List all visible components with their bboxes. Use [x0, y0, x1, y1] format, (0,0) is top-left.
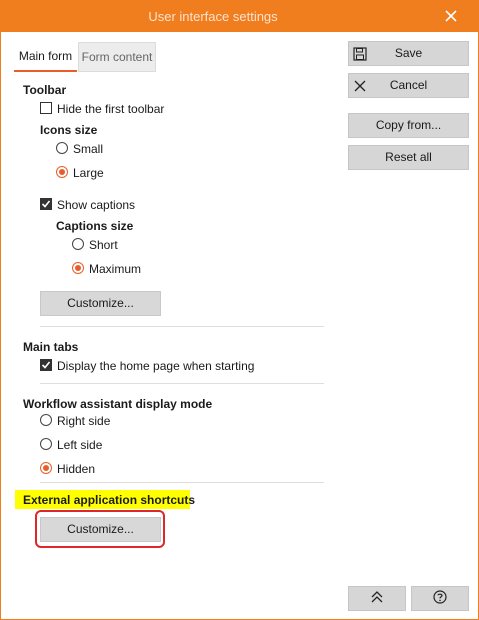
captions-size-maximum-label: Maximum: [89, 262, 142, 276]
captions-size-title: Captions size: [56, 219, 134, 233]
save-button[interactable]: Save: [348, 41, 469, 66]
toolbar-section-title: Toolbar: [23, 83, 67, 97]
workflow-hidden-radio[interactable]: [40, 462, 52, 474]
title-bar: User interface settings: [1, 1, 478, 32]
divider: [40, 383, 324, 384]
reset-all-button[interactable]: Reset all: [348, 145, 469, 170]
help-button[interactable]: [411, 586, 469, 611]
icons-size-small-radio[interactable]: [56, 142, 68, 154]
close-icon: [445, 9, 457, 25]
reset-all-label: Reset all: [385, 150, 432, 164]
hide-first-toolbar-checkbox[interactable]: [40, 102, 52, 114]
tab-main-form[interactable]: Main form: [14, 42, 77, 72]
workflow-right-side-label: Right side: [57, 414, 111, 428]
workflow-left-side-label: Left side: [57, 438, 103, 452]
toolbar-customize-button[interactable]: Customize...: [40, 291, 161, 316]
scroll-to-top-button[interactable]: [348, 586, 406, 611]
tab-form-content[interactable]: Form content: [78, 42, 156, 72]
workflow-hidden-label: Hidden: [57, 462, 96, 476]
double-chevron-up-icon: [370, 590, 384, 607]
external-customize-button[interactable]: Customize...: [40, 517, 161, 542]
captions-size-short-label: Short: [89, 238, 118, 252]
icons-size-large-radio[interactable]: [56, 166, 68, 178]
save-label: Save: [394, 46, 423, 60]
icons-size-title: Icons size: [40, 123, 98, 137]
cancel-button[interactable]: Cancel: [348, 73, 469, 98]
external-shortcuts-section-title: External application shortcuts: [23, 493, 196, 507]
copy-from-button[interactable]: Copy from...: [348, 113, 469, 138]
close-button[interactable]: [437, 6, 465, 28]
display-home-page-checkbox[interactable]: [40, 359, 52, 371]
show-captions-checkbox[interactable]: [40, 198, 52, 210]
divider: [40, 482, 324, 483]
workflow-section-title: Workflow assistant display mode: [23, 397, 213, 411]
hide-first-toolbar-label: Hide the first toolbar: [57, 102, 165, 116]
icons-size-small-label: Small: [73, 142, 104, 156]
workflow-right-side-radio[interactable]: [40, 414, 52, 426]
copy-from-label: Copy from...: [375, 118, 442, 132]
question-circle-icon: [433, 590, 447, 607]
captions-size-maximum-radio[interactable]: [72, 262, 84, 274]
main-tabs-section-title: Main tabs: [23, 340, 79, 354]
settings-dialog: User interface settings Main form Form c…: [0, 0, 479, 620]
icons-size-large-label: Large: [73, 166, 104, 180]
divider: [40, 326, 324, 327]
display-home-page-label: Display the home page when starting: [57, 359, 255, 373]
captions-size-short-radio[interactable]: [72, 238, 84, 250]
workflow-left-side-radio[interactable]: [40, 438, 52, 450]
show-captions-label: Show captions: [57, 198, 136, 212]
cancel-label: Cancel: [389, 78, 428, 92]
window-title: User interface settings: [148, 9, 278, 24]
